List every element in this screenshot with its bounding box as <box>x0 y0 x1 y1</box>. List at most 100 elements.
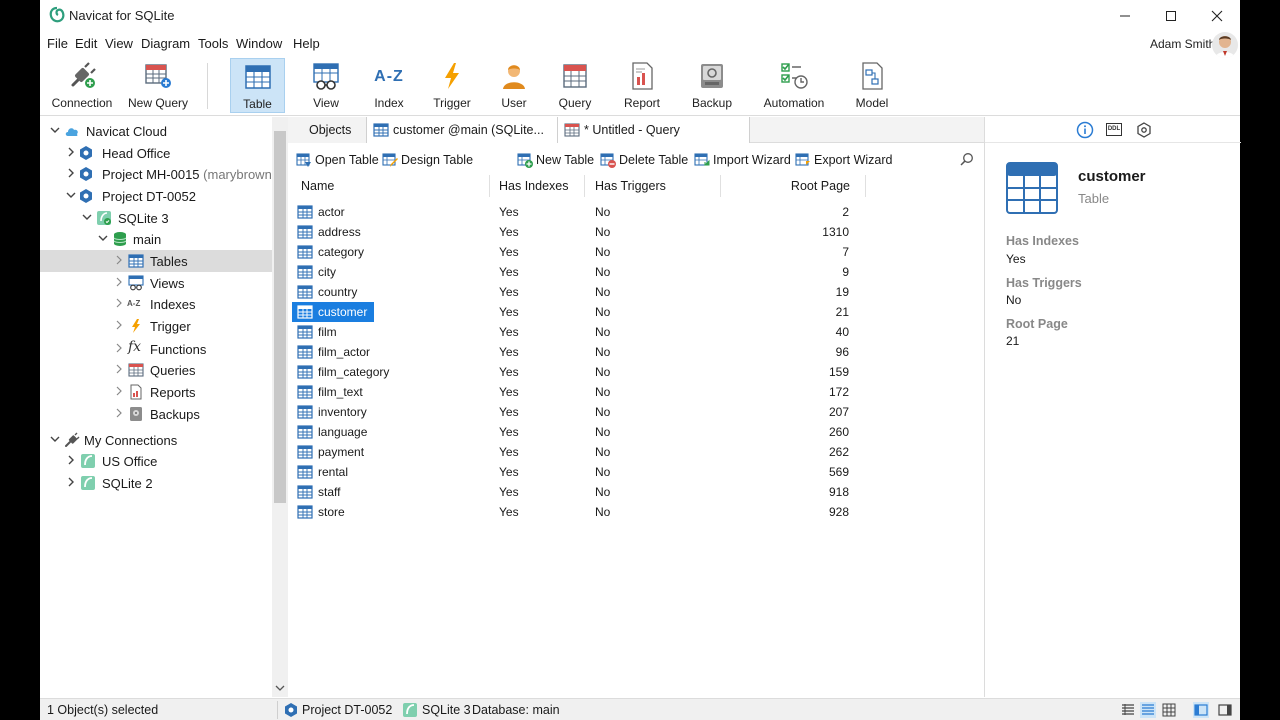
maximize-button[interactable] <box>1148 0 1194 31</box>
user-name[interactable]: Adam Smith <box>1150 37 1215 51</box>
nav-item-reports[interactable]: Reports <box>40 381 272 403</box>
close-button[interactable] <box>1194 0 1240 31</box>
nav-item-navicat-cloud[interactable]: Navicat Cloud <box>40 120 272 142</box>
nav-item-us-office[interactable]: US Office <box>40 450 272 472</box>
column-header-name[interactable]: Name <box>288 175 490 197</box>
chevron-right-icon[interactable] <box>114 386 124 396</box>
table-row[interactable]: film_actor Yes No 96 <box>288 342 984 362</box>
table-name-cell[interactable]: store <box>292 502 352 522</box>
chevron-right-icon[interactable] <box>114 298 124 308</box>
backup-button[interactable]: Backup <box>680 58 744 113</box>
tab-customer-table[interactable]: customer @main (SQLite... <box>367 117 558 143</box>
table-name-cell[interactable]: language <box>292 422 374 442</box>
nav-item-main[interactable]: main <box>40 228 272 250</box>
table-name-cell[interactable]: film_actor <box>292 342 377 362</box>
info-icon[interactable] <box>1076 121 1094 139</box>
menu-diagram[interactable]: Diagram <box>141 36 190 51</box>
menu-help[interactable]: Help <box>293 36 320 51</box>
table-row[interactable]: payment Yes No 262 <box>288 442 984 462</box>
menu-edit[interactable]: Edit <box>75 36 97 51</box>
nav-item-trigger[interactable]: Trigger <box>40 315 272 337</box>
chevron-right-icon[interactable] <box>114 364 124 374</box>
minimize-button[interactable] <box>1102 0 1148 31</box>
tab-objects[interactable]: Objects <box>288 117 367 143</box>
table-row[interactable]: film Yes No 40 <box>288 322 984 342</box>
connection-button[interactable]: Connection <box>46 58 118 113</box>
chevron-right-icon[interactable] <box>66 455 76 465</box>
nav-item-backups[interactable]: Backups <box>40 403 272 425</box>
chevron-down-icon[interactable] <box>66 190 76 200</box>
nav-item-views[interactable]: Views <box>40 272 272 294</box>
query-button[interactable]: Query <box>548 58 602 113</box>
table-name-cell[interactable]: rental <box>292 462 355 482</box>
chevron-right-icon[interactable] <box>114 277 124 287</box>
table-row[interactable]: inventory Yes No 207 <box>288 402 984 422</box>
detail-view-icon[interactable] <box>1140 702 1156 718</box>
table-name-cell[interactable]: actor <box>292 202 352 222</box>
table-row[interactable]: category Yes No 7 <box>288 242 984 262</box>
chevron-down-icon[interactable] <box>98 233 108 243</box>
table-row[interactable]: film_category Yes No 159 <box>288 362 984 382</box>
scroll-down-icon[interactable] <box>275 683 285 693</box>
table-row[interactable]: actor Yes No 2 <box>288 202 984 222</box>
table-row[interactable]: store Yes No 928 <box>288 502 984 522</box>
nav-item-project-mh-0015[interactable]: Project MH-0015 (marybrown <box>40 163 272 185</box>
list-view-icon[interactable] <box>1120 702 1136 718</box>
table-name-cell[interactable]: inventory <box>292 402 374 422</box>
table-name-cell[interactable]: film <box>292 322 344 342</box>
nav-item-sqlite-2[interactable]: SQLite 2 <box>40 472 272 494</box>
chevron-down-icon[interactable] <box>50 125 60 135</box>
user-button[interactable]: User <box>488 58 540 113</box>
table-row[interactable]: film_text Yes No 172 <box>288 382 984 402</box>
nav-item-sqlite-3[interactable]: SQLite 3 <box>40 207 272 229</box>
report-button[interactable]: Report <box>612 58 672 113</box>
chevron-down-icon[interactable] <box>82 212 92 222</box>
model-button[interactable]: Model <box>844 58 900 113</box>
table-row[interactable]: address Yes No 1310 <box>288 222 984 242</box>
menu-file[interactable]: File <box>47 36 68 51</box>
column-header-root-page[interactable]: Root Page <box>721 175 866 197</box>
table-name-cell[interactable]: film_text <box>292 382 370 402</box>
table-row[interactable]: city Yes No 9 <box>288 262 984 282</box>
grid-view-icon[interactable] <box>1161 702 1177 718</box>
nav-item-queries[interactable]: Queries <box>40 359 272 381</box>
scrollbar-thumb[interactable] <box>274 131 286 503</box>
chevron-right-icon[interactable] <box>66 147 76 157</box>
table-name-cell[interactable]: customer <box>292 302 375 322</box>
nav-item-head-office[interactable]: Head Office <box>40 142 272 164</box>
table-name-cell[interactable]: staff <box>292 482 347 502</box>
table-name-cell[interactable]: film_category <box>292 362 396 382</box>
search-icon[interactable] <box>960 152 974 166</box>
table-name-cell[interactable]: address <box>292 222 368 242</box>
table-row[interactable]: language Yes No 260 <box>288 422 984 442</box>
nav-item-tables[interactable]: Tables <box>40 250 272 272</box>
chevron-right-icon[interactable] <box>66 168 76 178</box>
new-query-button[interactable]: New Query <box>124 58 192 113</box>
settings-icon[interactable] <box>1135 121 1153 139</box>
menu-tools[interactable]: Tools <box>198 36 228 51</box>
table-name-cell[interactable]: country <box>292 282 364 302</box>
table-row[interactable]: rental Yes No 569 <box>288 462 984 482</box>
table-name-cell[interactable]: city <box>292 262 343 282</box>
table-name-cell[interactable]: category <box>292 242 371 262</box>
index-button[interactable]: A-Z Index <box>362 58 416 113</box>
table-row[interactable]: customer Yes No 21 <box>288 302 984 322</box>
column-header-has-indexes[interactable]: Has Indexes <box>490 175 585 197</box>
nav-item-indexes[interactable]: A-Z Indexes <box>40 293 272 315</box>
show-info-pane-icon[interactable] <box>1193 702 1209 718</box>
trigger-button[interactable]: Trigger <box>424 58 480 113</box>
table-button[interactable]: Table <box>230 58 285 113</box>
chevron-down-icon[interactable] <box>50 434 60 444</box>
ddl-icon[interactable]: DDL <box>1106 123 1122 136</box>
automation-button[interactable]: Automation <box>756 58 832 113</box>
chevron-right-icon[interactable] <box>114 320 124 330</box>
menu-view[interactable]: View <box>105 36 133 51</box>
chevron-right-icon[interactable] <box>114 408 124 418</box>
nav-item-functions[interactable]: fx Functions <box>40 338 272 360</box>
chevron-right-icon[interactable] <box>114 343 124 353</box>
show-object-pane-icon[interactable] <box>1217 702 1233 718</box>
column-header-has-triggers[interactable]: Has Triggers <box>585 175 721 197</box>
nav-item-my-connections[interactable]: My Connections <box>40 429 272 451</box>
table-row[interactable]: staff Yes No 918 <box>288 482 984 502</box>
nav-scrollbar[interactable] <box>272 117 288 697</box>
